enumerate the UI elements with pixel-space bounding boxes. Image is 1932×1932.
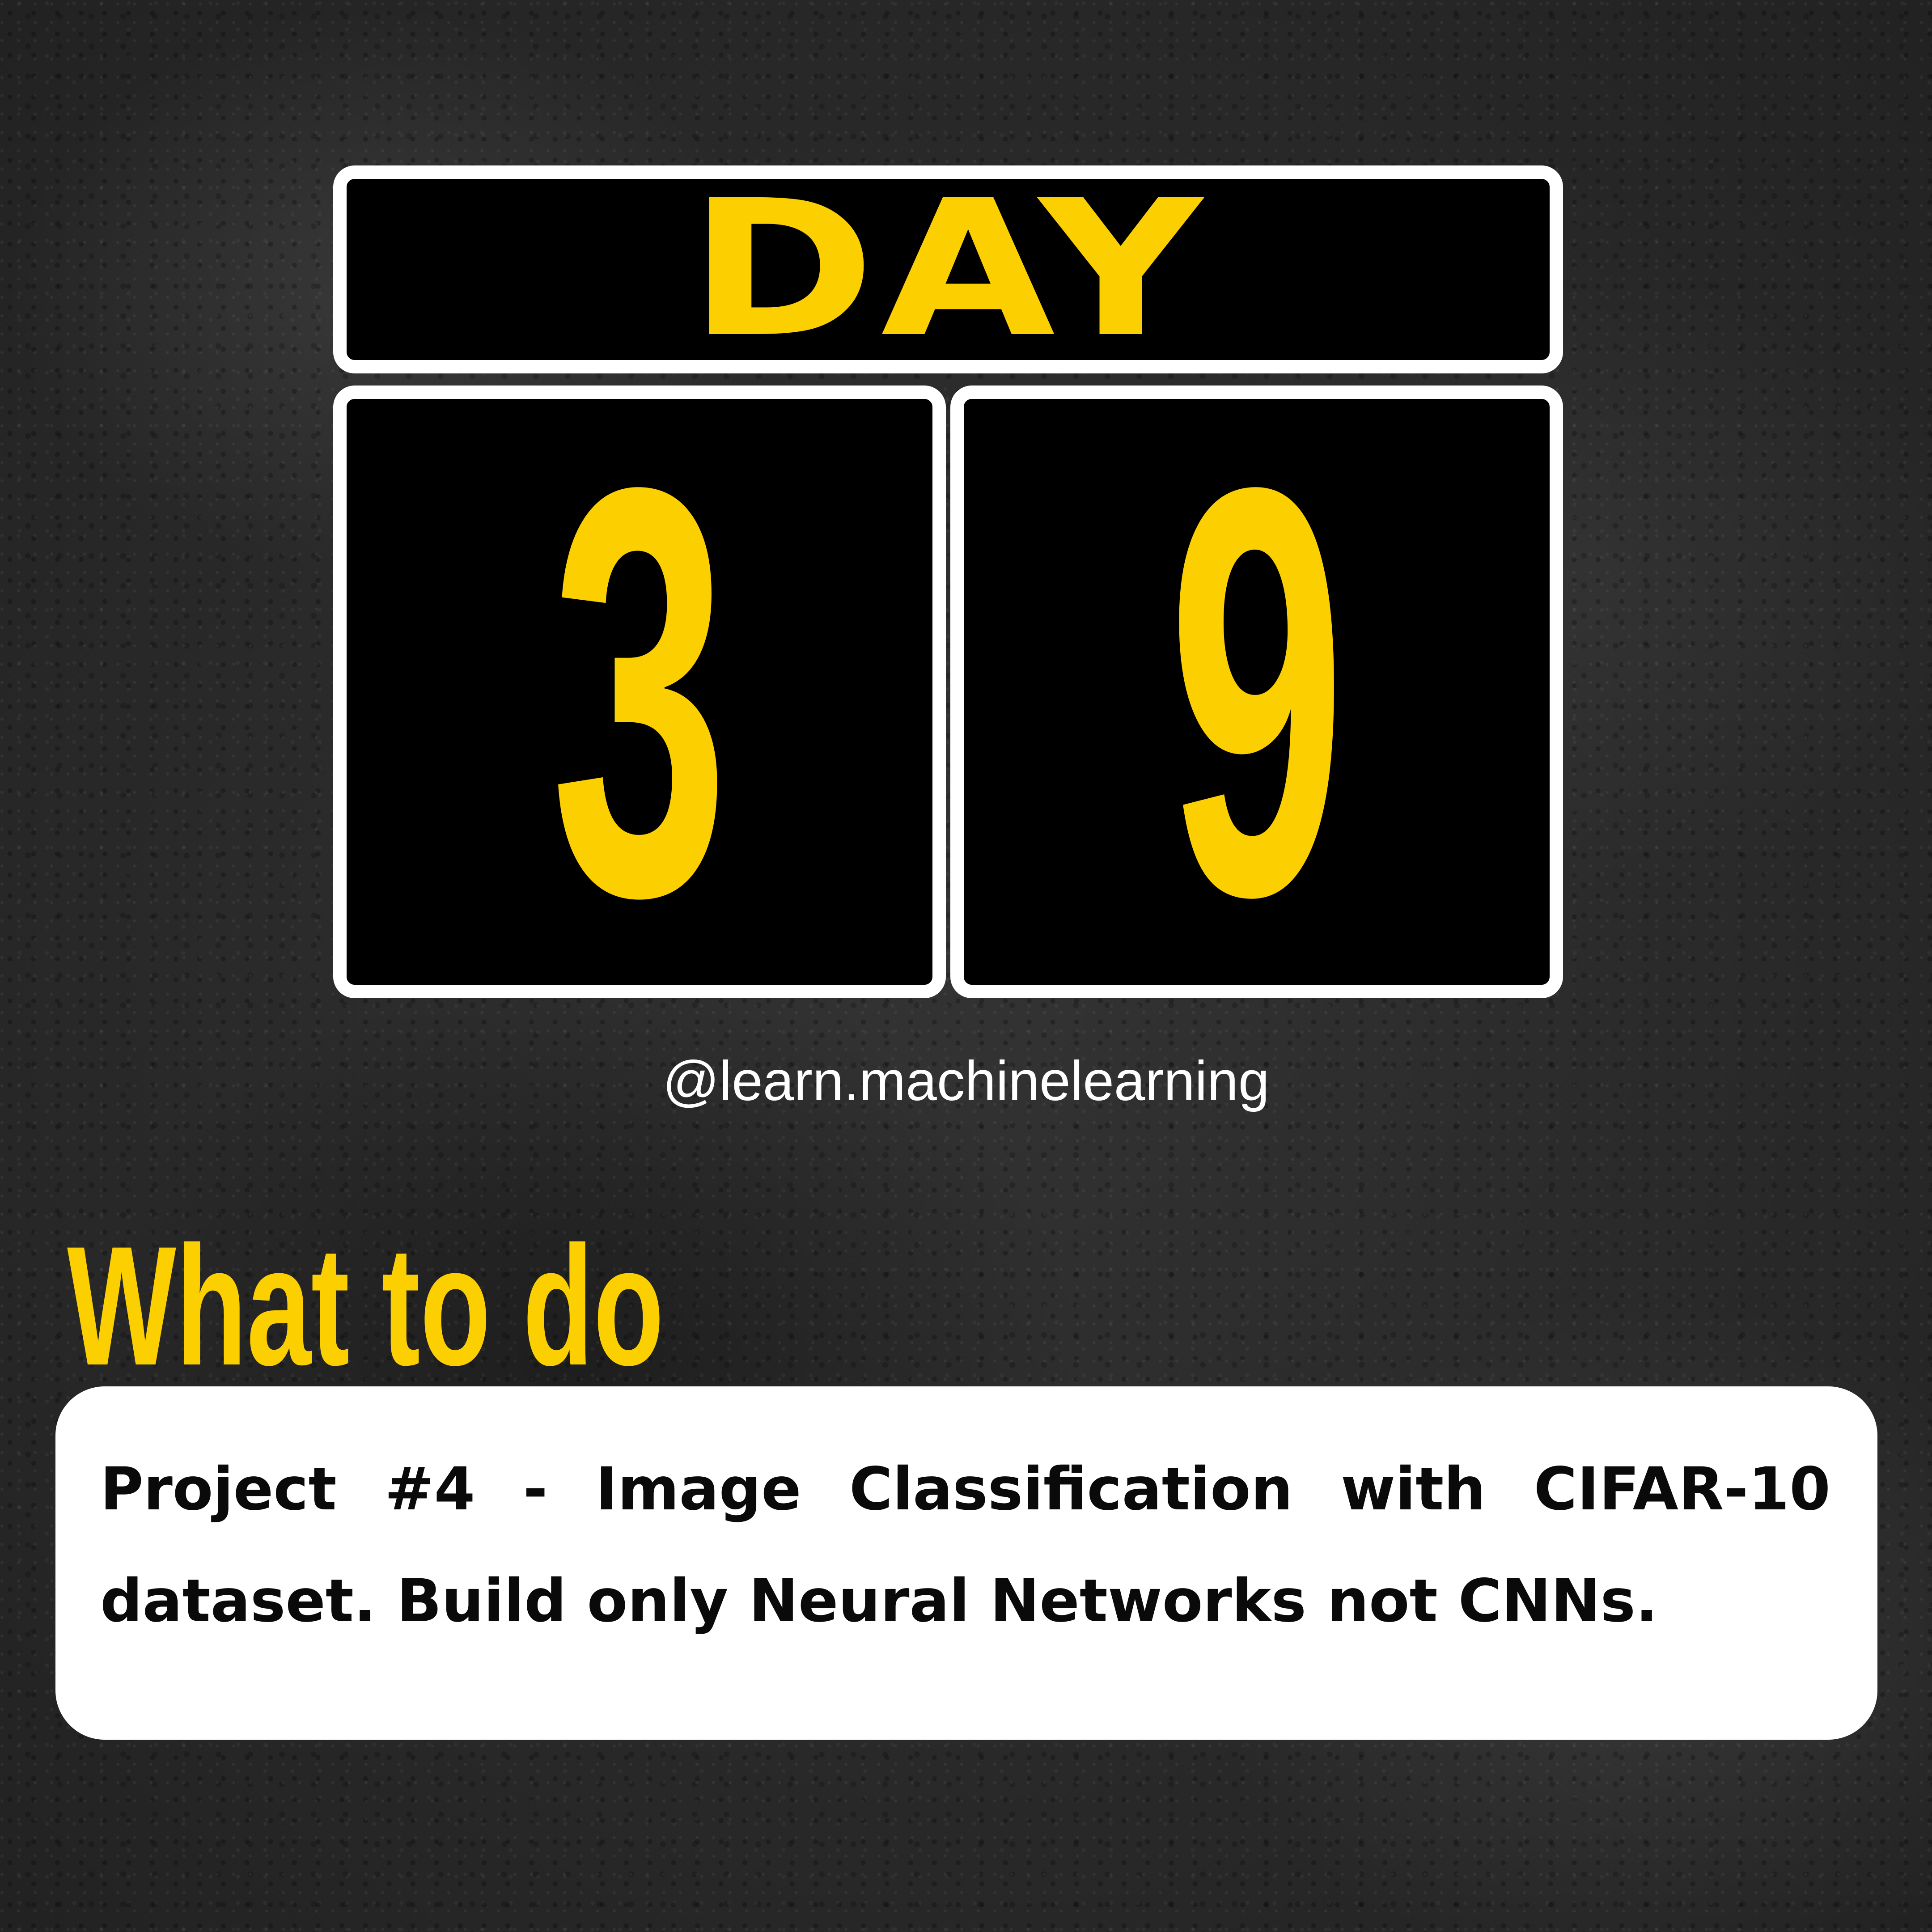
day-digit-tile-ones: 9: [950, 386, 1563, 998]
day-digit-tens: 3: [551, 386, 729, 998]
day-digit-tile-tens: 3: [333, 386, 946, 998]
account-handle: @learn.machinelearning: [662, 1050, 1270, 1112]
task-description: Project #4 - Image Classification with C…: [100, 1455, 1830, 1635]
day-header-panel: DAY: [333, 165, 1563, 373]
day-digit-ones: 9: [1168, 386, 1346, 998]
section-title: What to do: [67, 1211, 664, 1401]
task-card: Project #4 - Image Classification with C…: [55, 1386, 1877, 1740]
day-label: DAY: [688, 160, 1208, 379]
